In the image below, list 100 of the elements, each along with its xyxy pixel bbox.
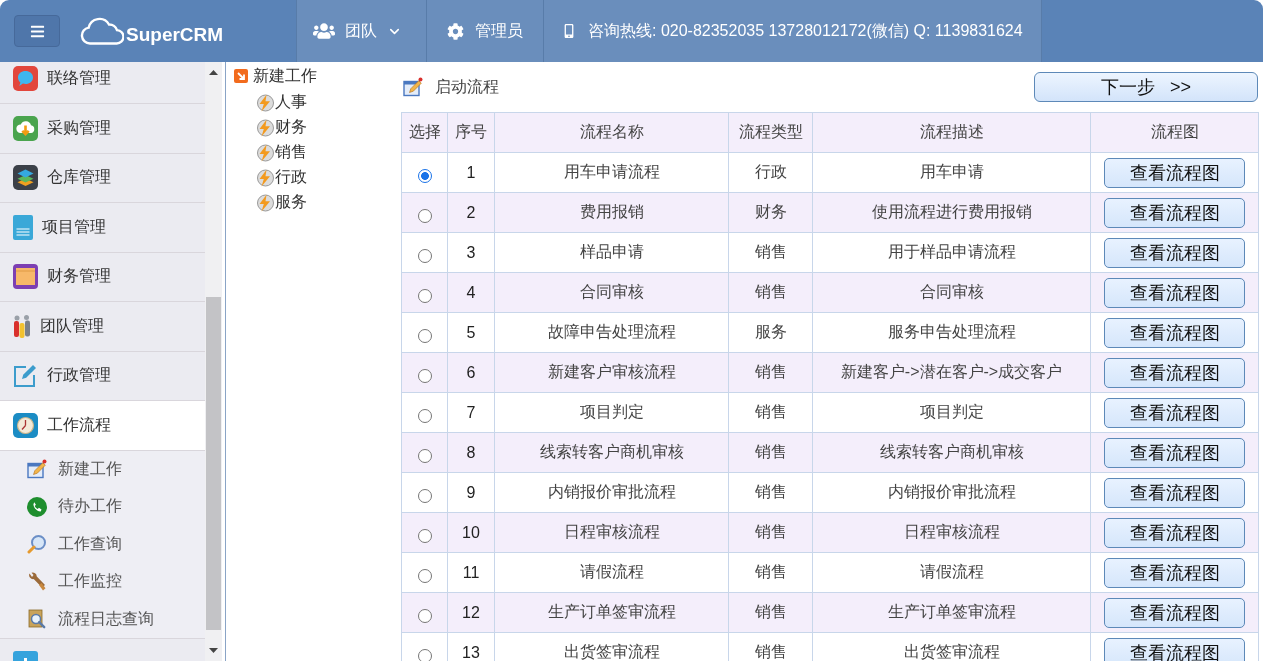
sidebar-item[interactable]: 仓库管理 — [0, 153, 205, 203]
view-diagram-button[interactable]: 查看流程图 — [1104, 517, 1245, 548]
table-cell: 费用报销 — [494, 192, 729, 233]
column-header: 流程图 — [1090, 112, 1259, 153]
submenu-item[interactable]: 工作查询 — [0, 525, 205, 563]
submenu-item[interactable]: 待办工作 — [0, 488, 205, 526]
view-diagram-button[interactable]: 查看流程图 — [1104, 477, 1245, 508]
submenu-item[interactable]: 新建工作 — [0, 450, 205, 488]
hotline-text: 咨询热线: 020-82352035 13728012172(微信) Q: 1139831624 — [588, 20, 1023, 41]
tree-node[interactable]: 销售 — [256, 140, 396, 165]
table-cell: 请假流程 — [812, 552, 1091, 593]
radio-button[interactable] — [417, 288, 432, 303]
radio-button[interactable] — [417, 488, 432, 503]
table-cell: 服务申告处理流程 — [812, 312, 1091, 353]
table-cell: 合同审核 — [494, 272, 729, 313]
layers-icon — [13, 165, 38, 191]
radio-button[interactable] — [417, 248, 432, 263]
scroll-down-arrow-icon[interactable] — [209, 648, 218, 653]
pencil-window-icon — [27, 459, 47, 480]
table-cell: 日程审核流程 — [494, 512, 729, 553]
table-row[interactable]: 3 样品申请 销售 用于样品申请流程 查看流程图 — [401, 232, 1259, 273]
column-header: 选择 — [401, 112, 448, 153]
view-diagram-button[interactable]: 查看流程图 — [1104, 637, 1245, 661]
view-diagram-button[interactable]: 查看流程图 — [1104, 437, 1245, 468]
menu-button[interactable] — [14, 15, 60, 47]
view-diagram-button[interactable]: 查看流程图 — [1104, 237, 1245, 268]
table-cell: 3 — [447, 232, 495, 273]
view-diagram-button[interactable]: 查看流程图 — [1104, 597, 1245, 628]
sidebar-item[interactable]: 采购管理 — [0, 104, 205, 154]
radio-button[interactable] — [417, 568, 432, 583]
table-row[interactable]: 11 请假流程 销售 请假流程 查看流程图 — [401, 552, 1259, 593]
lightning-icon — [256, 118, 274, 137]
scroll-up-arrow-icon[interactable] — [209, 70, 218, 75]
table-row[interactable]: 6 新建客户审核流程 销售 新建客户->潜在客户->成交客户 查看流程图 — [401, 352, 1259, 393]
folder-icon — [13, 264, 38, 290]
radio-button[interactable] — [417, 208, 432, 223]
clock-icon — [13, 412, 38, 438]
sidebar-item[interactable]: 联络管理 — [0, 62, 205, 104]
table-cell: 样品申请 — [494, 232, 729, 273]
page-title: 启动流程 — [435, 76, 499, 97]
table-cell: 销售 — [728, 352, 813, 393]
table-row[interactable]: 2 费用报销 财务 使用流程进行费用报销 查看流程图 — [401, 192, 1259, 233]
lightning-icon — [256, 168, 274, 187]
table-cell: 销售 — [728, 472, 813, 513]
sidebar-item[interactable]: 项目管理 — [0, 203, 205, 253]
table-cell: 生产订单签审流程 — [494, 592, 729, 633]
view-diagram-button[interactable]: 查看流程图 — [1104, 317, 1245, 348]
sidebar-item[interactable]: 团队管理 — [0, 302, 205, 352]
edit-icon — [13, 363, 38, 389]
tree-node[interactable]: 财务 — [256, 115, 396, 140]
radio-button[interactable] — [417, 608, 432, 623]
view-diagram-button[interactable]: 查看流程图 — [1104, 197, 1245, 228]
table-cell: 内销报价审批流程 — [812, 472, 1091, 513]
table-row[interactable]: 10 日程审核流程 销售 日程审核流程 查看流程图 — [401, 512, 1259, 553]
table-cell: 线索转客户商机审核 — [494, 432, 729, 473]
radio-button[interactable] — [417, 448, 432, 463]
radio-button[interactable] — [417, 408, 432, 423]
next-step-button[interactable]: 下一步 >> — [1034, 72, 1258, 102]
lightning-icon — [256, 143, 274, 162]
cloud-logo-icon — [80, 17, 124, 45]
scrollbar-thumb[interactable] — [206, 297, 221, 630]
table-row[interactable]: 13 出货签审流程 销售 出货签审流程 查看流程图 — [401, 632, 1259, 661]
search-icon — [27, 534, 47, 555]
view-diagram-button[interactable]: 查看流程图 — [1104, 397, 1245, 428]
table-row[interactable]: 12 生产订单签审流程 销售 生产订单签审流程 查看流程图 — [401, 592, 1259, 633]
tree-node[interactable]: 人事 — [256, 90, 396, 115]
table-row[interactable]: 7 项目判定 销售 项目判定 查看流程图 — [401, 392, 1259, 433]
tree-node[interactable]: 新建工作 — [234, 66, 396, 86]
table-cell: 行政 — [728, 152, 813, 193]
table-cell: 销售 — [728, 232, 813, 273]
sidebar-item[interactable]: 工作流程 — [0, 401, 205, 451]
table-cell: 用于样品申请流程 — [812, 232, 1091, 273]
scrollbar[interactable] — [205, 62, 222, 661]
radio-button[interactable] — [417, 528, 432, 543]
tree-node[interactable]: 服务 — [256, 190, 396, 215]
menu-icon — [29, 23, 45, 39]
table-row[interactable]: 9 内销报价审批流程 销售 内销报价审批流程 查看流程图 — [401, 472, 1259, 513]
tree-node[interactable]: 行政 — [256, 165, 396, 190]
radio-button[interactable] — [417, 648, 432, 661]
sidebar-item[interactable]: 财务管理 — [0, 252, 205, 302]
view-diagram-button[interactable]: 查看流程图 — [1104, 557, 1245, 588]
pencil-window-icon — [403, 77, 423, 97]
table-row[interactable]: 1 用车申请流程 行政 用车申请 查看流程图 — [401, 152, 1259, 193]
view-diagram-button[interactable]: 查看流程图 — [1104, 357, 1245, 388]
table-cell: 8 — [447, 432, 495, 473]
radio-button[interactable] — [417, 368, 432, 383]
table-row[interactable]: 8 线索转客户商机审核 销售 线索转客户商机审核 查看流程图 — [401, 432, 1259, 473]
table-row[interactable]: 4 合同审核 销售 合同审核 查看流程图 — [401, 272, 1259, 313]
table-cell: 销售 — [728, 552, 813, 593]
table-cell: 服务 — [728, 312, 813, 353]
cloud-download-icon — [13, 115, 38, 141]
table-cell: 5 — [447, 312, 495, 353]
view-diagram-button[interactable]: 查看流程图 — [1104, 157, 1245, 188]
table-row[interactable]: 5 故障申告处理流程 服务 服务申告处理流程 查看流程图 — [401, 312, 1259, 353]
table-cell: 新建客户->潜在客户->成交客户 — [812, 352, 1091, 393]
submenu-item[interactable]: 工作监控 — [0, 563, 205, 601]
radio-button[interactable] — [417, 328, 432, 343]
submenu-item[interactable]: 流程日志查询 — [0, 600, 205, 638]
radio-button[interactable] — [417, 168, 432, 183]
view-diagram-button[interactable]: 查看流程图 — [1104, 277, 1245, 308]
